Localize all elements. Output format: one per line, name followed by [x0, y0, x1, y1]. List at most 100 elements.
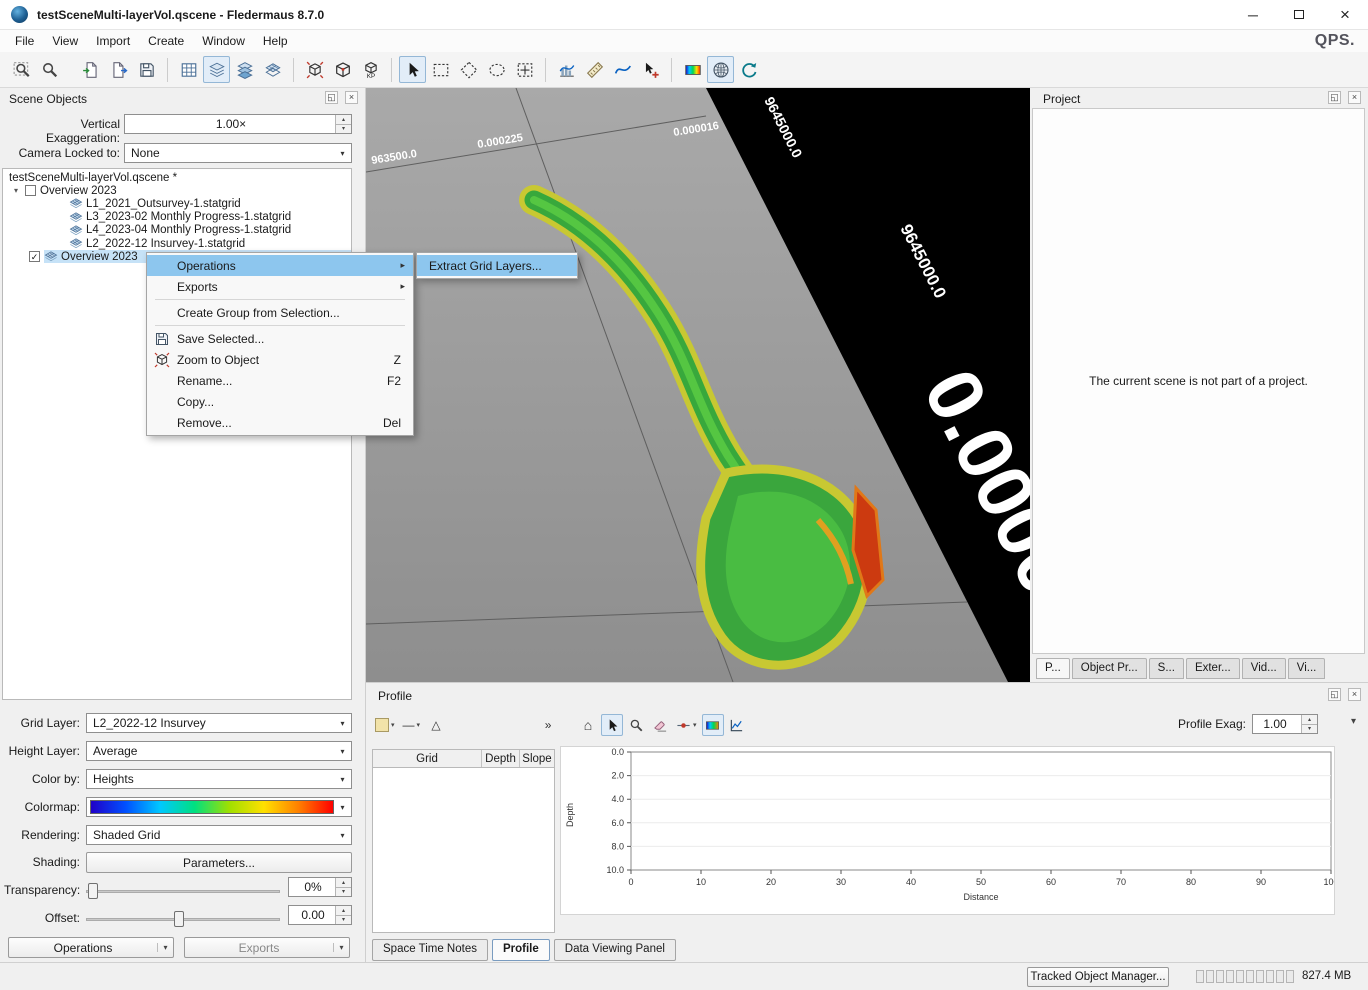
color-by-select[interactable]: Heights▾: [86, 769, 352, 789]
profile-select-tool-button[interactable]: [601, 714, 623, 736]
tab-data-viewing-panel[interactable]: Data Viewing Panel: [554, 939, 676, 961]
shading-parameters-button[interactable]: Parameters...: [86, 852, 352, 873]
diamond-select-button[interactable]: [455, 56, 482, 83]
profile-zoom-button[interactable]: [625, 714, 647, 736]
rect-select-button[interactable]: [427, 56, 454, 83]
context-menu-exports[interactable]: Exports ▸: [147, 276, 413, 297]
grid-layer-select[interactable]: L2_2022-12 Insurvey▾: [86, 713, 352, 733]
tab-profile[interactable]: Profile: [492, 939, 550, 961]
layer-display-button[interactable]: [203, 56, 230, 83]
tree-item-l4[interactable]: L4_2023-04 Monthly Progress-1.statgrid: [3, 224, 351, 237]
panel-collapse-icon[interactable]: ▾: [1351, 716, 1356, 727]
menu-window[interactable]: Window: [193, 31, 254, 51]
import-file-button[interactable]: [77, 56, 104, 83]
transparency-slider[interactable]: [86, 881, 280, 901]
menu-file[interactable]: File: [6, 31, 43, 51]
transparency-slider-handle[interactable]: [88, 883, 98, 899]
spin-down-icon[interactable]: ▾: [336, 888, 351, 897]
export-file-button[interactable]: [105, 56, 132, 83]
zoom-cube-button[interactable]: [301, 56, 328, 83]
height-layer-select[interactable]: Average▾: [86, 741, 352, 761]
grid-display-button[interactable]: [175, 56, 202, 83]
menu-create[interactable]: Create: [139, 31, 193, 51]
multi-surface-button[interactable]: [259, 56, 286, 83]
vertical-exaggeration-spinner[interactable]: ▴▾: [335, 115, 351, 133]
context-menu-rename[interactable]: Rename... F2: [147, 370, 413, 391]
spin-down-icon[interactable]: ▾: [1302, 725, 1317, 734]
column-header-slope[interactable]: Slope: [520, 750, 554, 767]
ellipse-select-button[interactable]: [483, 56, 510, 83]
profile-exag-spinbox[interactable]: 1.00 ▴▾: [1252, 714, 1318, 734]
zoom-view-button[interactable]: [36, 56, 63, 83]
colormap-button[interactable]: [679, 56, 706, 83]
profile-colormap-button[interactable]: [702, 714, 724, 736]
panel-float-icon[interactable]: ◱: [325, 91, 338, 104]
tracked-object-manager-button[interactable]: Tracked Object Manager...: [1027, 967, 1169, 987]
group-checkbox[interactable]: [25, 185, 36, 196]
exports-button[interactable]: Exports▾: [184, 937, 350, 958]
colormap-select[interactable]: ▾: [86, 797, 352, 817]
kp-view-button[interactable]: KP: [357, 56, 384, 83]
spin-up-icon[interactable]: ▴: [336, 115, 351, 125]
profile-tool-button[interactable]: [609, 56, 636, 83]
select-tool-button[interactable]: [399, 56, 426, 83]
tab-space-time-notes[interactable]: Space Time Notes: [372, 939, 488, 961]
tab-video[interactable]: Vid...: [1242, 658, 1286, 679]
tab-project[interactable]: P...: [1036, 658, 1070, 679]
spin-up-icon[interactable]: ▴: [1302, 715, 1317, 725]
rendering-select[interactable]: Shaded Grid▾: [86, 825, 352, 845]
tree-expand-icon[interactable]: ▾: [11, 186, 21, 195]
home-view-button[interactable]: ⌂: [577, 714, 599, 736]
offset-spinner[interactable]: ▴▾: [335, 906, 351, 924]
menu-help[interactable]: Help: [254, 31, 297, 51]
tree-item-l3[interactable]: L3_2023-02 Monthly Progress-1.statgrid: [3, 211, 351, 224]
save-button[interactable]: [133, 56, 160, 83]
column-header-depth[interactable]: Depth: [482, 750, 520, 767]
color-swatch-button[interactable]: ▾: [372, 714, 398, 736]
chart-view-button[interactable]: [726, 714, 748, 736]
column-header-grid[interactable]: Grid: [373, 750, 482, 767]
tree-root-item[interactable]: testSceneMulti-layerVol.qscene *: [3, 171, 351, 184]
chevron-down-icon[interactable]: ▾: [157, 943, 173, 952]
tree-item-l2[interactable]: L2_2022-12 Insurvey-1.statgrid: [3, 237, 351, 250]
context-menu-copy[interactable]: Copy...: [147, 391, 413, 412]
point-line-button[interactable]: ▾: [673, 714, 700, 736]
tab-vi[interactable]: Vi...: [1288, 658, 1326, 679]
context-menu-remove[interactable]: Remove... Del: [147, 412, 413, 433]
eraser-button[interactable]: [649, 714, 671, 736]
close-button[interactable]: ×: [1322, 0, 1368, 29]
operations-button[interactable]: Operations▾: [8, 937, 174, 958]
pick-tool-button[interactable]: [637, 56, 664, 83]
offset-slider[interactable]: [86, 909, 280, 929]
rotate-view-button[interactable]: [735, 56, 762, 83]
tree-group-item[interactable]: ▾ Overview 2023: [3, 184, 351, 197]
spin-down-icon[interactable]: ▾: [336, 916, 351, 925]
histogram-button[interactable]: [553, 56, 580, 83]
transparency-spinbox[interactable]: 0% ▴▾: [288, 877, 352, 897]
context-menu-operations[interactable]: Operations ▸: [147, 255, 413, 276]
tree-item-l1[interactable]: L1_2021_Outsurvey-1.statgrid: [3, 197, 351, 210]
chevron-down-icon[interactable]: ▾: [333, 943, 349, 952]
panel-close-icon[interactable]: ×: [345, 91, 358, 104]
stacked-layers-button[interactable]: [231, 56, 258, 83]
marker-style-button[interactable]: △: [425, 714, 447, 736]
measure-button[interactable]: [581, 56, 608, 83]
spin-down-icon[interactable]: ▾: [336, 125, 351, 134]
profile-exag-spinner[interactable]: ▴▾: [1301, 715, 1317, 733]
offset-spinbox[interactable]: 0.00 ▴▾: [288, 905, 352, 925]
selected-checkbox-checked[interactable]: ✓: [29, 251, 40, 262]
tab-object-properties[interactable]: Object Pr...: [1072, 658, 1147, 679]
overflow-chevrons-button[interactable]: »: [537, 714, 559, 736]
minimize-button[interactable]: ─: [1230, 0, 1276, 29]
submenu-extract-grid-layers[interactable]: Extract Grid Layers...: [417, 255, 577, 276]
context-menu-zoom-to-object[interactable]: Zoom to Object Z: [147, 349, 413, 370]
panel-float-icon[interactable]: ◱: [1328, 688, 1341, 701]
spin-up-icon[interactable]: ▴: [336, 878, 351, 888]
maximize-button[interactable]: [1276, 0, 1322, 29]
context-menu-create-group[interactable]: Create Group from Selection...: [147, 302, 413, 323]
crosshair-select-button[interactable]: [511, 56, 538, 83]
menu-import[interactable]: Import: [87, 31, 139, 51]
context-menu-save-selected[interactable]: Save Selected...: [147, 328, 413, 349]
panel-float-icon[interactable]: ◱: [1328, 91, 1341, 104]
panel-close-icon[interactable]: ×: [1348, 688, 1361, 701]
